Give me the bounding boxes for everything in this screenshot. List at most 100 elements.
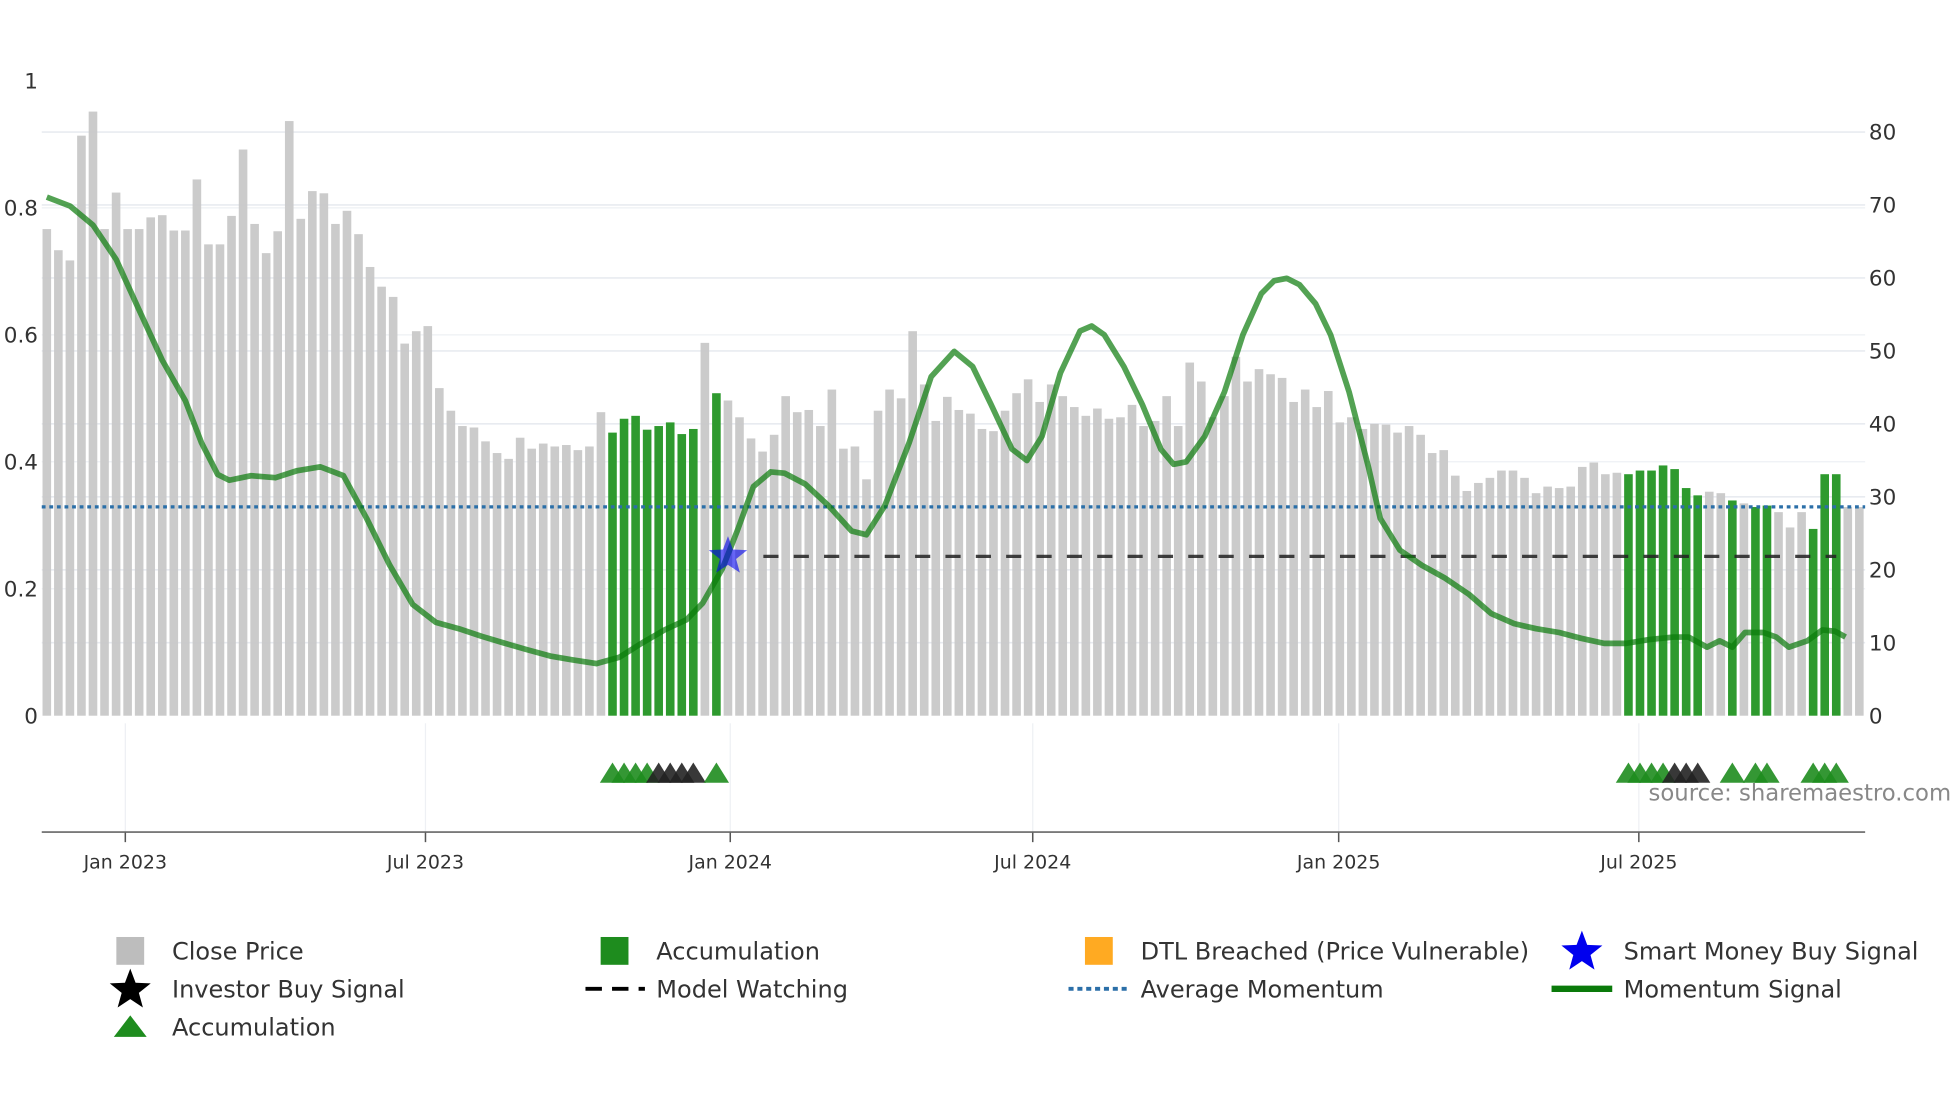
close-price-bar: [1023, 379, 1033, 716]
close-price-bar: [261, 253, 271, 716]
close-price-bar: [1046, 384, 1056, 716]
close-price-bar: [1312, 407, 1322, 716]
close-price-bar: [181, 230, 190, 716]
close-price-bar: [538, 443, 548, 716]
left-tick-label: 0.4: [4, 450, 38, 475]
close-price-bar: [123, 229, 132, 716]
legend-item-average-momentum: Average Momentum: [1068, 976, 1384, 1004]
accumulation-swatch-icon: [600, 936, 629, 965]
close-price-bar: [908, 331, 917, 716]
left-tick-label: 0.6: [4, 323, 38, 348]
right-tick-label: 10: [1869, 631, 1896, 656]
close-price-bar: [1127, 404, 1137, 716]
close-price-bar: [839, 448, 848, 716]
close-price-bar: [850, 446, 860, 716]
accumulation-bar: [608, 432, 617, 716]
left-tick-label: 0.2: [4, 577, 38, 602]
close-price-bar: [1335, 422, 1345, 716]
close-price-bar: [573, 450, 583, 716]
legend-item-model-watching: Model Watching: [585, 976, 848, 1004]
legend-label: Accumulation: [172, 1014, 336, 1042]
close-price-bar: [527, 448, 536, 716]
legend-label: Accumulation: [656, 938, 820, 966]
close-price-bar: [1000, 410, 1010, 716]
close-price-bar: [1093, 408, 1102, 716]
accumulation-bar: [665, 422, 675, 716]
close-price-bar: [400, 343, 409, 716]
close-price-bar: [65, 260, 75, 716]
legend-label: Average Momentum: [1141, 976, 1384, 1004]
right-tick-label: 0: [1869, 704, 1883, 729]
close-price-bar: [342, 210, 352, 716]
close-price-bar: [435, 388, 444, 716]
close-price-bar: [1716, 493, 1726, 716]
close-price-bar: [100, 229, 109, 716]
close-price-bar: [1439, 450, 1449, 716]
close-price-bar: [54, 250, 63, 716]
close-price-bar: [1462, 490, 1472, 716]
close-price-bar: [146, 217, 156, 716]
close-price-bar: [308, 191, 317, 716]
legend-label: Model Watching: [656, 976, 848, 1004]
close-price-bar: [319, 193, 329, 716]
close-price-bar: [515, 437, 525, 716]
close-price-bar: [1577, 466, 1587, 716]
close-price-bar: [365, 266, 375, 716]
close-price-bar: [1531, 493, 1541, 716]
close-price-bar: [227, 215, 236, 716]
close-price-bar: [469, 427, 479, 716]
legend-item-momentum-signal: Momentum Signal: [1551, 976, 1842, 1004]
close-price-bar: [989, 431, 998, 716]
close-price-bar: [481, 441, 490, 716]
close-price-bar: [1416, 434, 1425, 716]
close-price-bar: [1289, 401, 1298, 716]
close-price-bar: [1774, 512, 1783, 716]
close-price-bar: [931, 420, 941, 716]
close-price-bar: [1520, 477, 1529, 716]
close-price-bar: [1323, 391, 1333, 716]
right-tick-label: 20: [1869, 558, 1896, 583]
legend: Close Price Accumulation DTL Breached (Pri…: [109, 930, 1919, 1042]
close-price-bar: [1104, 418, 1114, 716]
close-price-swatch-icon: [116, 936, 145, 965]
close-price-bar: [446, 410, 456, 716]
close-price-bar: [1855, 507, 1864, 716]
close-price-bar: [885, 389, 894, 716]
accumulation-bar: [1658, 465, 1668, 716]
legend-item-smart-money-buy-signal: Smart Money Buy Signal: [1561, 930, 1919, 970]
close-price-bar: [1739, 503, 1749, 716]
close-price-bar: [873, 410, 883, 716]
close-price-bar: [1797, 512, 1806, 716]
close-price-bar: [1139, 426, 1148, 716]
close-price-bar: [700, 342, 710, 716]
right-tick-label: 80: [1869, 121, 1896, 146]
close-price-bar: [804, 409, 814, 716]
close-price-bars: [42, 111, 1864, 716]
accumulation-bar: [1820, 474, 1830, 716]
close-price-bar: [492, 453, 502, 716]
close-price-bar: [1601, 474, 1610, 716]
close-price-bar: [1277, 377, 1287, 716]
close-price-bar: [1185, 362, 1195, 716]
accumulation-bar: [631, 415, 640, 716]
x-tick-label: Jan 2025: [1296, 852, 1380, 874]
legend-label: Smart Money Buy Signal: [1624, 938, 1919, 966]
close-price-bar: [192, 179, 202, 716]
accumulation-bar: [1693, 495, 1703, 716]
x-tick-label: Jul 2025: [1599, 852, 1677, 874]
close-price-bar: [284, 121, 294, 716]
close-price-bar: [977, 428, 987, 716]
close-price-bar: [1231, 356, 1241, 716]
close-price-bar: [1058, 396, 1068, 716]
accumulation-bar: [689, 428, 698, 716]
accumulation-bar: [619, 418, 629, 716]
close-price-bar: [781, 396, 790, 716]
x-tick-label: Jul 2023: [386, 852, 464, 874]
accumulation-bar: [654, 426, 663, 716]
close-price-bar: [1704, 491, 1714, 716]
close-price-bar: [1243, 381, 1252, 716]
close-price-bar: [1543, 486, 1552, 716]
smart-money-buy-signal-star-icon: [1561, 930, 1603, 970]
close-price-bar: [596, 412, 606, 716]
legend-label: Momentum Signal: [1624, 976, 1842, 1004]
